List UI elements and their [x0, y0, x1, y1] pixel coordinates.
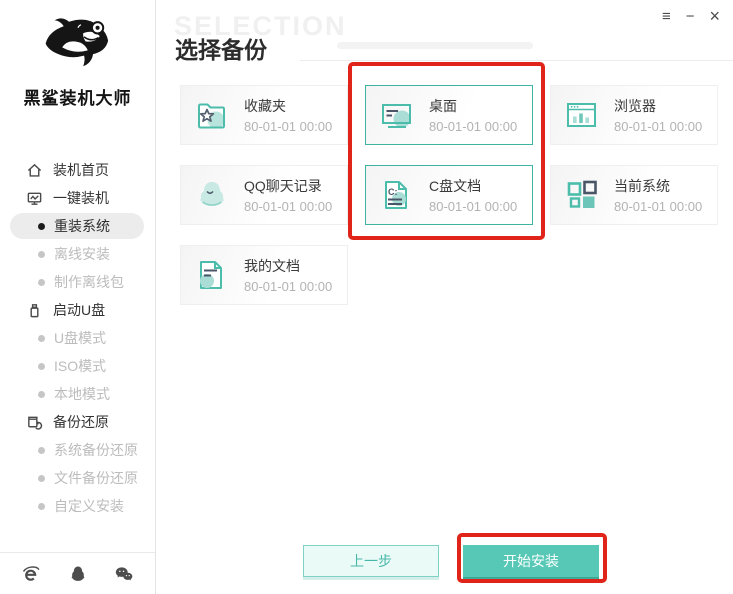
- sidebar-item-system-backup-restore[interactable]: 系统备份还原: [0, 436, 154, 464]
- start-install-button[interactable]: 开始安装: [463, 545, 599, 577]
- app-window: 黑鲨装机大师 装机首页 一键装机 重装系统 离线安装 制作离线包 启动U盘 U盘…: [0, 0, 733, 594]
- backup-card-grid: 收藏夹 80-01-01 00:00 桌面 80-01-01 00:00 浏览器…: [180, 85, 718, 305]
- bullet-dot: [38, 474, 45, 482]
- sidebar-item-label: 本地模式: [54, 386, 110, 402]
- c-drive-doc-icon: C:: [385, 181, 407, 209]
- card-date: 80-01-01 00:00: [614, 119, 703, 134]
- desktop-icon: [382, 104, 411, 128]
- sidebar-item-label: 文件备份还原: [54, 470, 138, 486]
- backup-card-my-documents[interactable]: 我的文档 80-01-01 00:00: [180, 245, 348, 305]
- svg-text:C:: C:: [388, 187, 398, 197]
- card-date: 80-01-01 00:00: [244, 119, 333, 134]
- bullet-dot: [38, 222, 45, 230]
- bullet-dot: [38, 334, 45, 342]
- bullet-dot: [38, 278, 45, 286]
- card-label: C盘文档: [429, 178, 482, 194]
- favorites-folder-icon: [198, 103, 225, 129]
- backup-restore-icon: [28, 416, 43, 430]
- card-date: 80-01-01 00:00: [244, 279, 333, 294]
- sidebar-item-usb-mode[interactable]: U盘模式: [0, 324, 154, 352]
- sidebar-item-backup-restore[interactable]: 备份还原: [0, 408, 154, 436]
- sidebar-item-label: 重装系统: [54, 218, 110, 234]
- app-title: 黑鲨装机大师: [23, 89, 132, 108]
- sidebar-item-label: 装机首页: [53, 162, 109, 178]
- card-label: 我的文档: [244, 258, 300, 274]
- window-menu-button[interactable]: ≡: [662, 9, 671, 25]
- bullet-dot: [38, 250, 45, 258]
- card-label: 桌面: [429, 98, 457, 114]
- backup-card-qq-history[interactable]: QQ聊天记录 80-01-01 00:00: [180, 165, 348, 225]
- sidebar-item-label: 系统备份还原: [54, 442, 138, 458]
- sidebar: 黑鲨装机大师 装机首页 一键装机 重装系统 离线安装 制作离线包 启动U盘 U盘…: [0, 0, 156, 594]
- backup-card-desktop[interactable]: 桌面 80-01-01 00:00: [365, 85, 533, 145]
- usb-icon: [30, 303, 39, 317]
- header-capsule: [337, 42, 533, 49]
- sidebar-item-offline-install[interactable]: 离线安装: [0, 240, 154, 268]
- sidebar-item-boot-usb[interactable]: 启动U盘: [0, 296, 154, 324]
- card-date: 80-01-01 00:00: [429, 199, 518, 214]
- backup-card-current-system[interactable]: 当前系统 80-01-01 00:00: [550, 165, 718, 225]
- sidebar-item-label: U盘模式: [54, 330, 107, 346]
- card-label: 收藏夹: [244, 98, 286, 114]
- app-logo: 黑鲨装机大师: [0, 0, 155, 109]
- card-label: 浏览器: [614, 98, 656, 114]
- backup-card-browser[interactable]: 浏览器 80-01-01 00:00: [550, 85, 718, 145]
- sidebar-item-label: 制作离线包: [54, 274, 124, 290]
- my-documents-icon: [200, 261, 222, 289]
- sidebar-item-make-offline-pack[interactable]: 制作离线包: [0, 268, 154, 296]
- bullet-dot: [38, 390, 45, 398]
- sidebar-item-label: 离线安装: [54, 246, 110, 262]
- backup-card-favorites[interactable]: 收藏夹 80-01-01 00:00: [180, 85, 348, 145]
- bullet-dot: [38, 362, 45, 370]
- sidebar-item-label: 备份还原: [53, 414, 109, 430]
- shark-logo-icon: [45, 18, 108, 67]
- page-title: 选择备份: [175, 37, 267, 63]
- sidebar-item-label: ISO模式: [54, 358, 107, 374]
- backup-card-c-drive-docs[interactable]: C: C盘文档 80-01-01 00:00: [365, 165, 533, 225]
- sidebar-menu: 装机首页 一键装机 重装系统 离线安装 制作离线包 启动U盘 U盘模式 ISO模…: [0, 156, 154, 520]
- minimize-button[interactable]: −: [686, 9, 695, 25]
- monitor-icon: [27, 192, 42, 205]
- sidebar-item-label: 一键装机: [53, 190, 109, 206]
- sidebar-item-onekey-install[interactable]: 一键装机: [0, 184, 154, 212]
- window-controls: ≡ − ×: [662, 7, 720, 25]
- bullet-dot: [38, 502, 45, 510]
- browser-icon: [567, 103, 596, 127]
- card-date: 80-01-01 00:00: [244, 199, 333, 214]
- current-system-icon: [567, 180, 597, 208]
- sidebar-item-custom-install[interactable]: 自定义安装: [0, 492, 154, 520]
- sidebar-item-label: 启动U盘: [53, 302, 106, 318]
- ie-icon[interactable]: [21, 564, 41, 584]
- card-date: 80-01-01 00:00: [614, 199, 703, 214]
- sidebar-footer: [0, 552, 155, 594]
- card-date: 80-01-01 00:00: [429, 119, 518, 134]
- close-button[interactable]: ×: [709, 7, 720, 25]
- wechat-icon[interactable]: [114, 564, 134, 584]
- sidebar-item-label: 自定义安装: [54, 498, 124, 514]
- qq-icon[interactable]: [68, 564, 88, 584]
- sidebar-item-file-backup-restore[interactable]: 文件备份还原: [0, 464, 154, 492]
- sidebar-item-local-mode[interactable]: 本地模式: [0, 380, 154, 408]
- qq-chat-icon: [200, 182, 224, 206]
- card-label: QQ聊天记录: [244, 178, 322, 194]
- main-panel: ≡ − × SELECTION 选择备份 收藏夹 80-01-01 00:00: [157, 0, 733, 594]
- sidebar-item-home[interactable]: 装机首页: [0, 156, 154, 184]
- bullet-dot: [38, 446, 45, 454]
- header-divider: [300, 60, 733, 61]
- previous-step-button[interactable]: 上一步: [303, 545, 439, 577]
- card-label: 当前系统: [614, 178, 670, 194]
- sidebar-item-reinstall-system[interactable]: 重装系统: [10, 213, 144, 239]
- home-icon: [27, 163, 42, 177]
- sidebar-item-iso-mode[interactable]: ISO模式: [0, 352, 154, 380]
